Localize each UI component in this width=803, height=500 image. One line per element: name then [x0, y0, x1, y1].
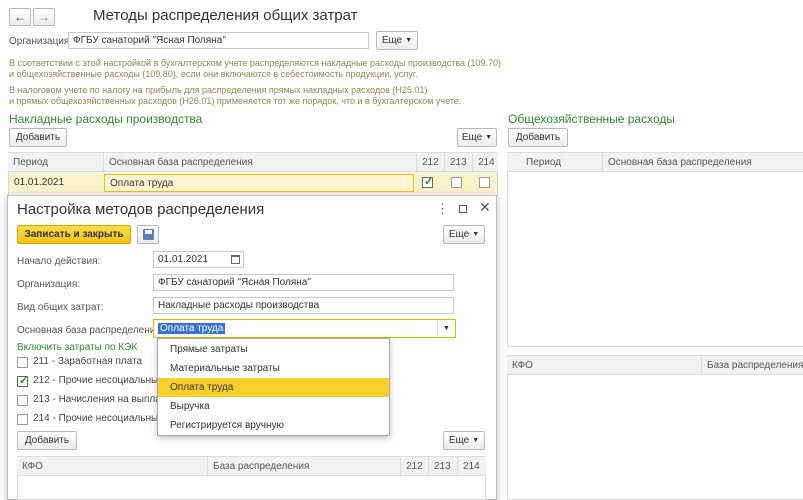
arrow-left-icon: ← — [14, 10, 26, 24]
dropdown-arrow-icon: ▼ — [472, 437, 480, 444]
maximize-icon[interactable] — [459, 205, 467, 213]
hint-line: В налоговом учете по налогу на прибыль д… — [9, 85, 428, 95]
checkbox-214[interactable] — [479, 177, 490, 188]
cell-base[interactable]: Оплата труда — [104, 174, 414, 192]
hint-line: и общехозяйственные расходы (109.80), ес… — [9, 69, 418, 79]
col-base[interactable]: База распределения — [207, 457, 400, 476]
checkbox-213[interactable] — [17, 395, 28, 406]
col-212[interactable]: 212 — [416, 153, 444, 172]
col-base[interactable]: Основная база распределения — [602, 153, 803, 172]
kek-label-213: 213 - Начисления на выплаты — [33, 394, 173, 405]
floppy-disk-icon — [142, 229, 154, 240]
general-kfo-table — [507, 355, 803, 500]
org-field[interactable]: ФГБУ санаторий "Ясная Поляна" — [153, 274, 454, 291]
chevron-down-icon[interactable]: ▼ — [437, 320, 455, 337]
close-icon[interactable]: ✕ — [479, 199, 491, 216]
cost-kind-field[interactable]: Накладные расходы производства — [153, 297, 454, 314]
dropdown-arrow-icon: ▼ — [405, 37, 413, 44]
overhead-table-header: Период Основная база распределения 212 2… — [8, 152, 498, 172]
base-select-value: Оплата труда — [158, 323, 226, 334]
org-label: Организация: — [9, 36, 73, 47]
col-kfo[interactable]: КФО — [507, 356, 701, 375]
kebab-menu-icon[interactable]: ⋮ — [436, 201, 449, 217]
dropdown-option-selected[interactable]: Оплата труда — [158, 378, 389, 397]
page-title: Методы распределения общих затрат — [93, 7, 358, 24]
base-dropdown-list: Прямые затраты Материальные затраты Опла… — [157, 338, 390, 436]
dialog-add-button[interactable]: Добавить — [17, 431, 77, 450]
col-kfo[interactable]: КФО — [17, 457, 207, 476]
dropdown-option[interactable]: Материальные затраты — [158, 359, 389, 378]
col-213[interactable]: 213 — [428, 457, 457, 476]
checkbox-211[interactable] — [17, 357, 28, 368]
include-kek-link[interactable]: Включить затраты по КЭК — [17, 342, 137, 353]
dropdown-option[interactable]: Прямые затраты — [158, 340, 389, 359]
general-section-title: Общехозяйственные расходы — [508, 112, 676, 126]
hint-line: и прямых общехозяйственных расходов (Н26… — [9, 96, 462, 106]
col-213[interactable]: 213 — [444, 153, 472, 172]
overhead-section-title: Накладные расходы производства — [9, 112, 203, 126]
dropdown-option[interactable]: Регистрируется вручную — [158, 416, 389, 435]
general-table-header: Период Основная база распределения — [507, 152, 803, 172]
save-button[interactable] — [137, 225, 159, 244]
dialog-more-button[interactable]: Еще ▼ — [443, 225, 485, 244]
forward-button[interactable]: → — [33, 8, 55, 26]
dialog-title: Настройка методов распределения — [17, 201, 265, 218]
kek-label-211: 211 - Заработная плата — [33, 356, 143, 367]
org-label: Организация: — [17, 279, 81, 290]
cost-kind-label: Вид общих затрат: — [17, 302, 104, 313]
col-212[interactable]: 212 — [400, 457, 428, 476]
cell-period: 01.01.2021 — [14, 177, 65, 188]
col-base[interactable]: Основная база распределения — [103, 153, 416, 172]
col-214[interactable]: 214 — [457, 457, 486, 476]
checkbox-213[interactable] — [451, 177, 462, 188]
dropdown-arrow-icon: ▼ — [485, 134, 493, 141]
dialog-more2-button[interactable]: Еще ▼ — [443, 431, 485, 450]
kek-label-214: 214 - Прочие несоциальные в — [33, 413, 172, 424]
checkbox-212[interactable]: ✓ — [17, 375, 29, 387]
col-214[interactable]: 214 — [472, 153, 498, 172]
overhead-more-button[interactable]: Еще ▼ — [457, 128, 497, 147]
general-add-button[interactable]: Добавить — [508, 128, 568, 147]
org-field[interactable]: ФГБУ санаторий "Ясная Поляна" — [68, 32, 369, 49]
calendar-icon[interactable] — [231, 255, 240, 264]
start-date-label: Начало действия: — [17, 256, 101, 267]
col-base[interactable]: База распределения — [701, 356, 803, 375]
dialog-kfo-header: КФО База распределения 212 213 214 — [17, 456, 486, 476]
dropdown-arrow-icon: ▼ — [472, 231, 480, 238]
hint-line: В соответствии с этой настройкой в бухга… — [9, 58, 502, 68]
base-label: Основная база распределения: — [17, 325, 164, 336]
back-button[interactable]: ← — [9, 8, 31, 26]
table-row[interactable]: 01.01.2021 Оплата труда ✓ — [9, 173, 497, 193]
base-select[interactable]: Оплата труда — [153, 319, 456, 338]
general-table — [507, 152, 803, 347]
general-kfo-header: КФО База распределения — [507, 355, 803, 375]
kek-label-212: 212 - Прочие несоциальные в — [33, 375, 172, 386]
checkbox-214[interactable] — [17, 414, 28, 425]
overhead-add-button[interactable]: Добавить — [9, 128, 67, 147]
checkbox-212[interactable]: ✓ — [422, 176, 434, 188]
save-close-button[interactable]: Записать и закрыть — [17, 225, 131, 244]
more-button[interactable]: Еще ▼ — [376, 31, 418, 50]
col-period[interactable]: Период — [8, 153, 103, 172]
col-period[interactable]: Период — [507, 153, 602, 172]
checkmark-icon: ✓ — [19, 375, 29, 387]
arrow-right-icon: → — [38, 10, 50, 24]
dropdown-option[interactable]: Выручка — [158, 397, 389, 416]
checkmark-icon: ✓ — [424, 176, 434, 188]
